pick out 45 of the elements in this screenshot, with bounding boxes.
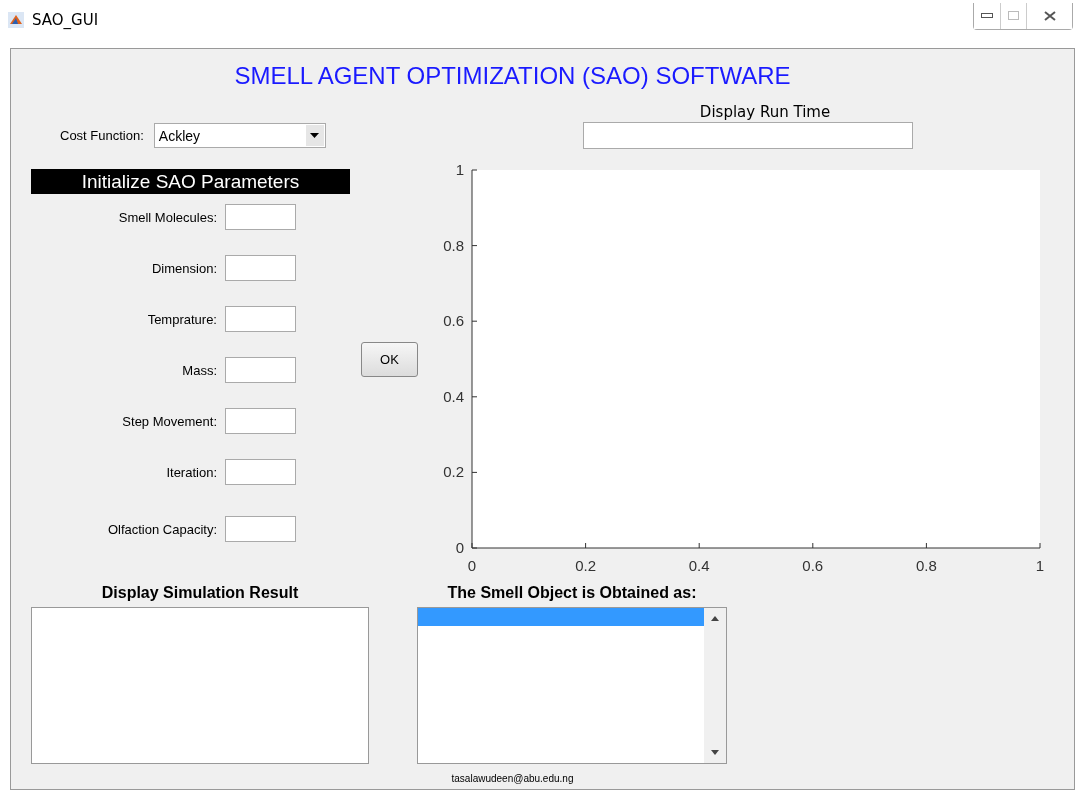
tick-label: 0.6: [443, 312, 464, 330]
field-label: Olfaction Capacity:: [107, 521, 217, 537]
tick-label: 0.4: [443, 387, 464, 405]
input-field[interactable]: [225, 255, 296, 281]
field-label: Iteration:: [166, 464, 217, 480]
input-field[interactable]: [583, 122, 913, 149]
close-button[interactable]: [1026, 2, 1072, 29]
tick-label: 0: [455, 539, 464, 556]
section-header: Initialize SAO Parameters: [31, 169, 350, 194]
email-text: tasalawudeen@abu.edu.ng: [450, 773, 575, 784]
field-label: Step Movement:: [122, 413, 217, 429]
panel-title: Display Simulation Result: [101, 583, 299, 603]
app-heading: SMELL AGENT OPTIMIZATION (SAO) SOFTWARE: [233, 61, 792, 91]
tick-label: 0: [467, 557, 477, 574]
tick-label: 0.2: [575, 557, 597, 574]
input-field[interactable]: [225, 516, 296, 542]
app-icon: [8, 12, 24, 28]
field-label: Temprature:: [147, 311, 217, 327]
tick-label: 0.2: [443, 463, 464, 481]
tick-label: 0.6: [802, 557, 824, 574]
caret-icon: [310, 133, 320, 138]
field-label: Dimension:: [151, 260, 217, 276]
tick-label: 0.8: [443, 236, 464, 254]
field-label: Cost Function:: [60, 128, 144, 143]
input-field[interactable]: [225, 408, 296, 434]
input-field[interactable]: [225, 204, 296, 230]
field-label: Display Run Time: [698, 103, 832, 121]
cost-function-dropdown[interactable]: Ackley: [153, 123, 326, 148]
input-field[interactable]: [225, 459, 296, 485]
minimize-icon: [981, 12, 993, 19]
scroll-down-icon[interactable]: [711, 750, 719, 755]
input-field[interactable]: [225, 306, 296, 332]
scroll-up-icon[interactable]: [711, 616, 719, 621]
ok-button[interactable]: OK: [361, 342, 418, 377]
tick-label: 0.8: [915, 557, 937, 574]
tick-label: 1: [455, 162, 464, 178]
tick-label: 0.4: [688, 557, 710, 574]
close-icon: [1043, 10, 1056, 21]
window-title: SAO_GUI: [32, 11, 99, 29]
input-field[interactable]: [225, 357, 296, 383]
tick-label: 1: [1035, 557, 1045, 574]
field-label: Smell Molecules:: [118, 209, 217, 225]
panel-title: The Smell Object is Obtained as:: [447, 583, 697, 603]
field-label: Mass:: [182, 362, 217, 378]
maximize-icon: [1008, 11, 1019, 20]
